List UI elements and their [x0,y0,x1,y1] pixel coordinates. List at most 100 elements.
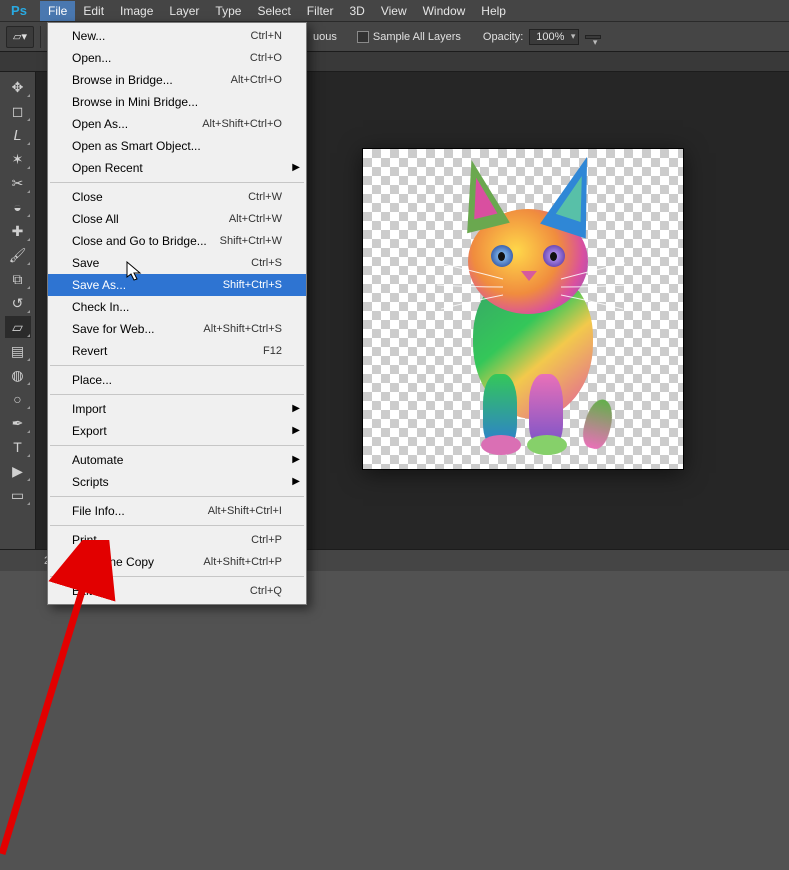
tool-preset-icon[interactable]: ▱▾ [6,26,34,48]
menu-help[interactable]: Help [473,1,514,21]
menu-item-import[interactable]: Import ▶ [48,398,306,420]
menu-item-label: Browse in Bridge... [72,72,173,88]
menu-item-save[interactable]: SaveCtrl+S [48,252,306,274]
path-selection-tool[interactable]: ▶ [5,460,31,482]
menu-item-label: Exit [72,583,92,599]
menu-item-browse-in-bridge[interactable]: Browse in Bridge...Alt+Ctrl+O [48,69,306,91]
menu-item-label: Export [72,423,107,439]
menu-item-close-and-go-to-bridge[interactable]: Close and Go to Bridge...Shift+Ctrl+W [48,230,306,252]
menu-layer[interactable]: Layer [161,1,207,21]
menu-select[interactable]: Select [249,1,298,21]
menu-view[interactable]: View [373,1,415,21]
menu-item-label: Print... [72,532,107,548]
menu-separator [50,496,304,497]
submenu-arrow-icon: ▶ [292,474,300,490]
menu-3d[interactable]: 3D [341,1,372,21]
menu-item-label: Import [72,401,106,417]
menu-item-open-recent[interactable]: Open Recent▶ [48,157,306,179]
opacity-flyout-button[interactable] [585,35,601,39]
crop-tool-icon: ✂ [12,175,24,192]
menu-filter[interactable]: Filter [299,1,342,21]
menu-item-print[interactable]: Print... Ctrl+P [48,529,306,551]
move-tool[interactable]: ✥ [5,76,31,98]
menu-separator [50,182,304,183]
menu-item-shortcut: Ctrl+N [251,28,282,44]
menu-item-scripts[interactable]: Scripts▶ [48,471,306,493]
healing-brush-tool-icon: ✚ [12,223,24,240]
brush-tool[interactable]: 🖌 [5,244,31,266]
menu-item-label: File Info... [72,503,125,519]
menu-item-save-for-web[interactable]: Save for Web...Alt+Shift+Ctrl+S [48,318,306,340]
dodge-tool-icon: ○ [13,391,21,407]
rectangle-tool[interactable]: ▭ [5,484,31,506]
dodge-tool[interactable]: ○ [5,388,31,410]
menu-item-shortcut: Ctrl+W [248,189,282,205]
menu-item-label: Revert [72,343,107,359]
menu-item-close-all[interactable]: Close AllAlt+Ctrl+W [48,208,306,230]
menu-item-open-as[interactable]: Open As...Alt+Shift+Ctrl+O [48,113,306,135]
menu-item-label: Close All [72,211,119,227]
menu-item-close[interactable]: CloseCtrl+W [48,186,306,208]
menu-file[interactable]: File [40,1,75,21]
healing-brush-tool[interactable]: ✚ [5,220,31,242]
menu-item-save-as[interactable]: Save As...Shift+Ctrl+S [48,274,306,296]
sample-all-layers-label: Sample All Layers [373,31,461,43]
menu-item-shortcut: Ctrl+Q [250,583,282,599]
menu-item-shortcut: Ctrl+O [250,50,282,66]
lasso-tool[interactable]: 𝘓 [5,124,31,146]
lasso-tool-icon: 𝘓 [14,127,22,144]
menu-item-exit[interactable]: Exit Ctrl+Q [48,580,306,602]
eraser-tool[interactable]: ▱ [5,316,31,338]
menu-item-revert[interactable]: RevertF12 [48,340,306,362]
menu-item-place[interactable]: Place... [48,369,306,391]
menu-item-label: Open as Smart Object... [72,138,201,154]
artwork-cat-image [363,149,683,469]
menu-item-export[interactable]: Export ▶ [48,420,306,442]
separator [40,26,41,48]
menu-item-check-in[interactable]: Check In... [48,296,306,318]
eyedropper-tool[interactable]: ◒ [5,196,31,218]
menu-item-automate[interactable]: Automate▶ [48,449,306,471]
menu-item-print-one-copy[interactable]: Print One Copy Alt+Shift+Ctrl+P [48,551,306,573]
menu-item-open-as-smart-object[interactable]: Open as Smart Object... [48,135,306,157]
submenu-arrow-icon: ▶ [292,452,300,468]
gradient-tool-icon: ▤ [11,343,24,360]
marquee-tool[interactable]: ◻ [5,100,31,122]
submenu-arrow-icon: ▶ [292,423,300,439]
history-brush-tool[interactable]: ↺ [5,292,31,314]
submenu-arrow-icon: ▶ [292,401,300,417]
clone-stamp-tool-icon: ⧉ [13,271,23,288]
menu-edit[interactable]: Edit [75,1,112,21]
eraser-tool-icon: ▱ [12,319,23,336]
pen-tool[interactable]: ✒ [5,412,31,434]
menu-item-file-info[interactable]: File Info... Alt+Shift+Ctrl+I [48,500,306,522]
menu-item-shortcut: Ctrl+S [251,255,282,271]
crop-tool[interactable]: ✂ [5,172,31,194]
type-tool[interactable]: T [5,436,31,458]
menu-item-label: Print One Copy [72,554,154,570]
menu-item-browse-in-mini-bridge[interactable]: Browse in Mini Bridge... [48,91,306,113]
magic-wand-tool[interactable]: ✶ [5,148,31,170]
gradient-tool[interactable]: ▤ [5,340,31,362]
opacity-label: Opacity: [483,31,523,43]
rectangle-tool-icon: ▭ [11,487,24,504]
marquee-tool-icon: ◻ [12,103,24,120]
menu-item-shortcut: Alt+Shift+Ctrl+P [203,554,282,570]
menu-item-shortcut: Alt+Shift+Ctrl+I [208,503,282,519]
menu-window[interactable]: Window [415,1,474,21]
type-tool-icon: T [13,439,22,455]
blur-tool[interactable]: ◍ [5,364,31,386]
clone-stamp-tool[interactable]: ⧉ [5,268,31,290]
menu-separator [50,445,304,446]
menu-type[interactable]: Type [207,1,249,21]
menu-item-shortcut: Ctrl+P [251,532,282,548]
menu-item-new[interactable]: New...Ctrl+N [48,25,306,47]
path-selection-tool-icon: ▶ [12,463,23,480]
sample-all-layers-checkbox[interactable]: Sample All Layers [357,31,461,43]
document-canvas[interactable] [363,149,683,469]
menu-image[interactable]: Image [112,1,161,21]
opacity-value-field[interactable]: 100% [529,29,579,45]
menu-item-label: Browse in Mini Bridge... [72,94,198,110]
menu-item-open[interactable]: Open...Ctrl+O [48,47,306,69]
move-tool-icon: ✥ [12,79,24,96]
